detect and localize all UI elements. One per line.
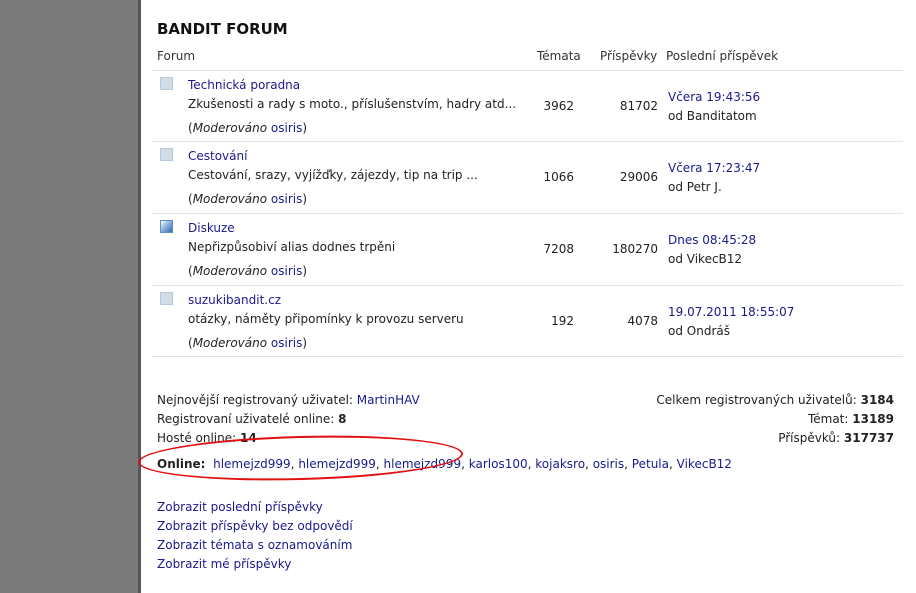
forum-new-posts-icon (160, 220, 173, 233)
newest-user-label: Nejnovější registrovaný uživatel: (157, 393, 353, 407)
total-topics-count: 13189 (852, 412, 894, 426)
forum-row: Diskuze Nepřizpůsobiví alias dodnes trpě… (152, 213, 903, 284)
mod-paren-close: ) (302, 336, 308, 350)
total-users-count: 3184 (860, 393, 894, 407)
forum-read-icon (160, 77, 173, 90)
total-topics-label: Témat: (807, 412, 849, 426)
column-header-last-post: Poslední příspěvek (666, 49, 779, 63)
last-post-link[interactable]: Včera 17:23:47 (668, 161, 760, 175)
online-separator: , (527, 457, 532, 471)
moderator-link[interactable]: osiris (271, 336, 302, 350)
total-users-label: Celkem registrovaných uživatelů: (656, 393, 857, 407)
mod-paren-close: ) (302, 192, 308, 206)
last-post-link[interactable]: 19.07.2011 18:55:07 (668, 305, 794, 319)
forum-row: suzukibandit.cz otázky, náměty připomínk… (152, 285, 903, 357)
last-post-link[interactable]: Dnes 08:45:28 (668, 233, 756, 247)
mod-paren-close: ) (302, 121, 308, 135)
forum-description: Zkušenosti a rady s moto., příslušenství… (188, 97, 517, 111)
mod-paren-close: ) (302, 264, 308, 278)
mod-label: Moderováno (192, 336, 268, 350)
registered-online-label: Registrovaní uživatelé online: (157, 412, 335, 426)
newest-user-line: Nejnovější registrovaný uživatel: Martin… (157, 393, 420, 407)
forum-description: Cestování, srazy, vyjížďky, zájezdy, tip… (188, 168, 478, 182)
forum-read-icon (160, 292, 173, 305)
online-separator: , (585, 457, 589, 471)
moderator-link[interactable]: osiris (271, 192, 302, 206)
total-posts-count: 317737 (843, 431, 894, 445)
forum-link[interactable]: Diskuze (188, 221, 235, 235)
column-header-forum: Forum (157, 49, 196, 63)
posts-count: 81702 (619, 99, 658, 113)
online-separator: , (624, 457, 628, 471)
last-post-author: od Petr J. (668, 180, 722, 194)
column-header-topics: Témata (537, 49, 581, 63)
posts-count: 180270 (612, 242, 658, 256)
posts-count: 29006 (619, 170, 658, 184)
last-post-link[interactable]: Včera 19:43:56 (668, 90, 760, 104)
newest-user-link[interactable]: MartinHAV (357, 393, 420, 407)
column-header-posts: Příspěvky (600, 49, 658, 63)
forum-row: Cestování Cestování, srazy, vyjížďky, zá… (152, 141, 903, 212)
moderator-link[interactable]: osiris (271, 121, 302, 135)
moderator-link[interactable]: osiris (271, 264, 302, 278)
view-unanswered-posts-link[interactable]: Zobrazit příspěvky bez odpovědí (157, 519, 353, 533)
forum-description: Nepřizpůsobiví alias dodnes trpěni (188, 240, 396, 254)
forum-link[interactable]: suzukibandit.cz (188, 293, 281, 307)
forum-read-icon (160, 148, 173, 161)
forum-moderator: (Moderováno osiris) (188, 121, 307, 135)
online-user-link[interactable]: Petula (632, 457, 669, 471)
online-user-link[interactable]: karlos100 (469, 457, 528, 471)
online-user-link[interactable]: VikecB12 (677, 457, 732, 471)
forum-link[interactable]: Cestování (188, 149, 247, 163)
forum-moderator: (Moderováno osiris) (188, 264, 307, 278)
last-post-author: od VikecB12 (668, 252, 743, 266)
online-user-link[interactable]: kojaksro (535, 457, 585, 471)
topics-count: 3962 (543, 99, 574, 113)
registered-online-line: Registrovaní uživatelé online: 8 (157, 412, 346, 426)
topics-count: 1066 (543, 170, 574, 184)
total-posts-line: Příspěvků: 317737 (778, 431, 894, 445)
total-users-line: Celkem registrovaných uživatelů: 3184 (656, 393, 894, 407)
forum-description: otázky, náměty připomínky k provozu serv… (188, 312, 464, 326)
view-watched-topics-link[interactable]: Zobrazit témata s oznamováním (157, 538, 352, 552)
last-post-author: od Ondráš (668, 324, 730, 338)
topics-count: 192 (551, 314, 574, 328)
posts-count: 4078 (627, 314, 658, 328)
total-posts-label: Příspěvků: (778, 431, 841, 445)
online-user-link[interactable]: osiris (593, 457, 624, 471)
topics-count: 7208 (543, 242, 574, 256)
mod-label: Moderováno (192, 264, 268, 278)
forum-panel: BANDIT FORUM Forum Témata Příspěvky Posl… (137, 0, 916, 593)
view-latest-posts-link[interactable]: Zobrazit poslední příspěvky (157, 500, 323, 514)
view-my-posts-link[interactable]: Zobrazit mé příspěvky (157, 557, 291, 571)
mod-label: Moderováno (192, 192, 268, 206)
forum-row: Technická poradna Zkušenosti a rady s mo… (152, 70, 903, 141)
mod-label: Moderováno (192, 121, 268, 135)
forum-moderator: (Moderováno osiris) (188, 336, 307, 350)
forum-link[interactable]: Technická poradna (188, 78, 300, 92)
total-topics-line: Témat: 13189 (808, 412, 894, 426)
forum-moderator: (Moderováno osiris) (188, 192, 307, 206)
last-post-author: od Banditatom (668, 109, 757, 123)
registered-online-count: 8 (338, 412, 347, 426)
forum-title: BANDIT FORUM (157, 20, 288, 38)
online-separator: , (461, 457, 465, 471)
online-separator: , (669, 457, 673, 471)
